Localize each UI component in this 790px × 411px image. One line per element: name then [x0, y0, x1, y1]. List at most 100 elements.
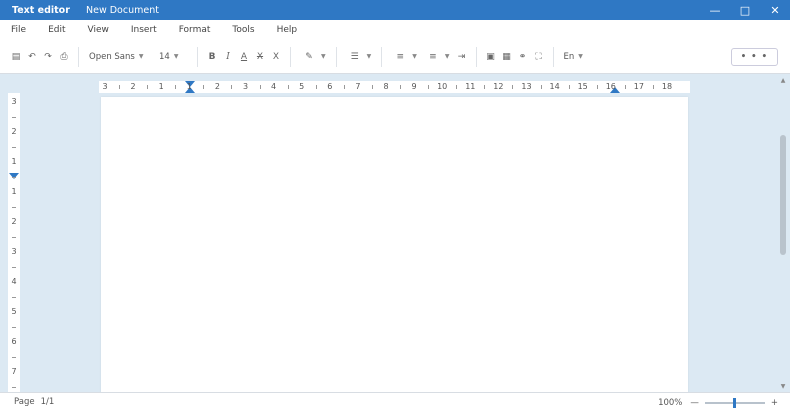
toolbar-divider	[381, 46, 383, 67]
ruler-number: 7	[355, 82, 361, 91]
chevron-down-icon: ▼	[366, 53, 372, 60]
ruler-number: 1	[158, 82, 164, 91]
app-title: Text editor	[12, 4, 70, 16]
numbered-list-select[interactable]: ≡ ▼	[421, 48, 454, 66]
scrollbar-thumb[interactable]	[780, 135, 786, 255]
zoom-control: 100% — +	[658, 393, 778, 411]
bold-button[interactable]: B	[204, 49, 220, 65]
ruler-tick	[231, 85, 233, 89]
minimize-icon[interactable]: —	[700, 0, 730, 20]
document-body[interactable]	[120, 108, 676, 388]
zoom-slider-knob[interactable]	[732, 397, 736, 408]
table-icon[interactable]: ▦	[499, 49, 515, 65]
toolbar: ▤ ↶ ↷ ⎙ Open Sans ▼ 14 ▼ B I A X X ✎ ▼ ☰ ▼ ≡…	[0, 40, 790, 74]
ruler-tick	[371, 85, 373, 89]
ruler-tick	[568, 85, 570, 89]
ruler-tick	[343, 85, 345, 89]
font-size-value: 14	[159, 51, 170, 62]
scroll-down-icon[interactable]: ▼	[779, 383, 787, 390]
strikethrough-button[interactable]: X	[252, 49, 268, 65]
menu-edit[interactable]: Edit	[37, 25, 76, 35]
ruler-tick	[12, 387, 16, 388]
ruler-number: 3	[11, 97, 17, 106]
page-count: 1/1	[40, 397, 55, 407]
scroll-up-icon[interactable]: ▲	[779, 77, 787, 84]
ruler-tick	[175, 85, 177, 89]
text-color-select[interactable]: ✎ ▼	[297, 48, 330, 66]
ruler-number: 7	[11, 367, 17, 376]
ruler-number: 5	[299, 82, 305, 91]
ruler-number: 3	[102, 82, 108, 91]
close-icon[interactable]: ✕	[760, 0, 790, 20]
language-select[interactable]: En ▼	[560, 48, 594, 66]
clear-format-button[interactable]: X	[268, 49, 284, 65]
ruler-tick	[12, 237, 16, 238]
link-icon[interactable]: ⚭	[515, 49, 531, 65]
italic-button[interactable]: I	[220, 49, 236, 65]
vertical-scrollbar[interactable]: ▲ ▼	[779, 75, 787, 392]
menu-format[interactable]: Format	[168, 25, 222, 35]
ruler-tick	[624, 85, 626, 89]
zoom-out-button[interactable]: —	[690, 398, 699, 408]
window-controls: — □ ✕	[700, 0, 790, 20]
font-family-select[interactable]: Open Sans ▼	[85, 48, 151, 66]
ruler-tick	[12, 327, 16, 328]
horizontal-ruler: 3 2 1 1 2 3 4 5 6 7 8 9 10 11 12 13 14 15 16 17 18	[99, 81, 690, 93]
bullet-list-icon: ≡	[396, 51, 405, 62]
fullscreen-icon[interactable]: ⛶	[531, 49, 547, 65]
ruler-number: 2	[214, 82, 220, 91]
font-family-value: Open Sans	[89, 51, 135, 62]
ruler-tick	[12, 117, 16, 118]
ruler-tick	[652, 85, 654, 89]
maximize-icon[interactable]: □	[730, 0, 760, 20]
font-size-select[interactable]: 14 ▼	[155, 48, 191, 66]
ruler-number: 6	[11, 337, 17, 346]
ruler-number: 5	[11, 307, 17, 316]
chevron-down-icon: ▼	[578, 53, 583, 60]
align-select[interactable]: ☰ ▼	[343, 48, 376, 66]
toolbar-divider	[290, 46, 291, 67]
ruler-number: 6	[327, 82, 333, 91]
numbered-list-icon: ≡	[429, 51, 437, 62]
ruler-number: 15	[577, 82, 588, 91]
ruler-tick	[287, 85, 289, 89]
ruler-number: 1	[186, 82, 192, 91]
menu-view[interactable]: View	[77, 25, 120, 35]
top-margin-marker[interactable]	[9, 173, 19, 179]
ruler-number: 4	[11, 277, 17, 286]
ruler-tick	[12, 357, 16, 358]
ruler-number: 1	[11, 187, 17, 196]
save-icon[interactable]: ▤	[8, 49, 24, 65]
ruler-number: 18	[661, 82, 673, 91]
bullet-list-select[interactable]: ≡ ▼	[388, 48, 421, 66]
menu-tools[interactable]: Tools	[221, 25, 265, 35]
zoom-in-button[interactable]: +	[771, 398, 778, 408]
ruler-number: 2	[11, 217, 17, 226]
more-button[interactable]: • • •	[730, 47, 778, 66]
pen-icon: ✎	[305, 51, 313, 62]
zoom-slider[interactable]	[704, 397, 765, 408]
ruler-number: 14	[549, 82, 560, 91]
menu-help[interactable]: Help	[266, 25, 309, 35]
menu-file[interactable]: File	[0, 25, 37, 35]
ruler-tick	[147, 85, 149, 89]
print-icon[interactable]: ⎙	[56, 49, 72, 65]
status-bar: Page 1/1 100% — +	[0, 392, 790, 411]
ruler-number: 17	[633, 82, 644, 91]
undo-icon[interactable]: ↶	[24, 49, 40, 65]
ruler-tick	[12, 177, 16, 178]
zoom-value: 100%	[658, 397, 683, 408]
image-icon[interactable]: ▣	[483, 49, 499, 65]
menu-insert[interactable]: Insert	[120, 25, 168, 35]
ruler-number: 1	[11, 157, 17, 166]
ruler-number: 3	[11, 247, 17, 256]
ruler-tick	[456, 85, 458, 89]
document-page[interactable]	[101, 97, 688, 392]
indent-icon[interactable]: ⇥	[454, 49, 470, 65]
ruler-number: 4	[271, 82, 277, 91]
chevron-down-icon: ▼	[412, 53, 417, 60]
underline-button[interactable]: A	[236, 49, 252, 65]
chevron-down-icon: ▼	[444, 53, 450, 60]
redo-icon[interactable]: ↷	[40, 49, 56, 65]
ruler-tick	[12, 297, 16, 298]
